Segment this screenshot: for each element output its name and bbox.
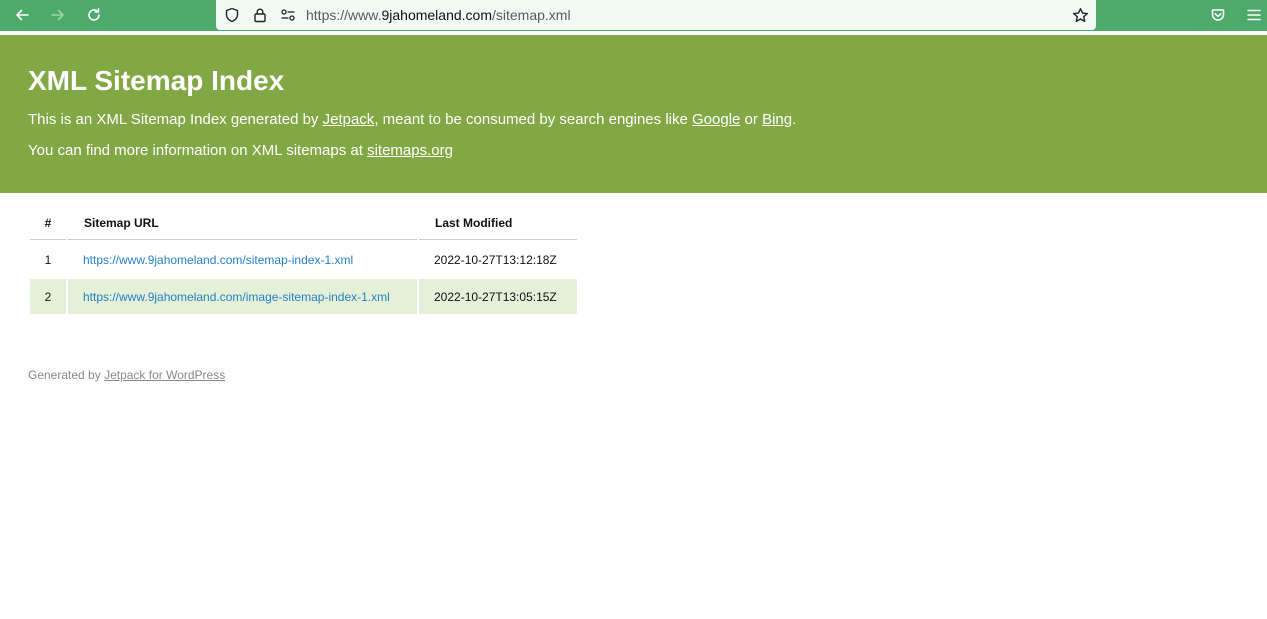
sitemap-table: # Sitemap URL Last Modified 1 https://ww… — [28, 205, 579, 316]
url-path: /sitemap.xml — [491, 7, 571, 23]
row-number: 1 — [44, 252, 52, 267]
reload-icon — [88, 8, 100, 21]
browser-toolbar: https://www.9jahomeland.com/sitemap.xml — [0, 0, 1267, 31]
row-number: 2 — [30, 279, 66, 314]
description-line-2: You can find more information on XML sit… — [28, 142, 453, 159]
site-security-button[interactable] — [250, 5, 270, 25]
page-title: XML Sitemap Index — [28, 65, 285, 96]
jetpack-link[interactable]: Jetpack — [323, 111, 375, 128]
url-bar[interactable]: https://www.9jahomeland.com/sitemap.xml — [216, 0, 1096, 30]
menu-icon — [1247, 9, 1261, 21]
reload-button[interactable] — [80, 2, 108, 28]
url-text[interactable]: https://www.9jahomeland.com/sitemap.xml — [306, 7, 571, 23]
desc-prefix: This is an XML Sitemap Index generated b… — [28, 111, 323, 128]
pocket-button[interactable] — [1204, 2, 1232, 28]
footer-prefix: Generated by — [28, 368, 105, 382]
column-header-modified: Last Modified — [419, 207, 577, 240]
url-host: 9jahomeland.com — [381, 7, 492, 23]
back-button[interactable] — [8, 2, 36, 28]
desc-middle: , meant to be consumed by search engines… — [374, 111, 692, 128]
bing-link[interactable]: Bing — [762, 111, 792, 128]
bookmark-button[interactable] — [1070, 5, 1090, 25]
forward-arrow-icon — [51, 9, 64, 21]
pocket-icon — [1211, 9, 1225, 21]
row-last-modified: 2022-10-27T13:12:18Z — [434, 252, 557, 267]
page-header: XML Sitemap Index This is an XML Sitemap… — [0, 35, 1267, 193]
table-header-row: # Sitemap URL Last Modified — [30, 207, 577, 240]
forward-button[interactable] — [44, 2, 72, 28]
star-icon — [1072, 7, 1088, 22]
column-header-number: # — [30, 207, 66, 240]
row-last-modified: 2022-10-27T13:05:15Z — [419, 279, 577, 314]
table-row: 2 https://www.9jahomeland.com/image-site… — [30, 279, 577, 314]
google-link[interactable]: Google — [692, 111, 740, 128]
shield-icon — [225, 7, 239, 23]
back-arrow-icon — [16, 9, 29, 21]
desc-suffix: . — [792, 111, 797, 128]
app-menu-button[interactable] — [1240, 2, 1267, 28]
column-header-url: Sitemap URL — [68, 207, 417, 240]
tracking-protection-button[interactable] — [222, 5, 242, 25]
permissions-button[interactable] — [278, 5, 298, 25]
sitemap-url-link[interactable]: https://www.9jahomeland.com/sitemap-inde… — [83, 253, 353, 267]
permissions-icon — [281, 9, 295, 21]
row-url-cell: https://www.9jahomeland.com/sitemap-inde… — [68, 242, 417, 277]
jetpack-wordpress-link[interactable]: Jetpack for WordPress — [104, 368, 225, 382]
description-line-1: This is an XML Sitemap Index generated b… — [28, 111, 796, 128]
lock-icon — [254, 8, 266, 23]
sitemap-url-link[interactable]: https://www.9jahomeland.com/image-sitema… — [83, 290, 390, 304]
desc-or: or — [740, 111, 763, 128]
sitemaps-org-link[interactable]: sitemaps.org — [367, 142, 453, 159]
page-footer: Generated by Jetpack for WordPress — [28, 368, 225, 382]
row-url-cell: https://www.9jahomeland.com/image-sitema… — [68, 279, 417, 314]
desc2-prefix: You can find more information on XML sit… — [28, 142, 368, 159]
url-scheme: https://www. — [306, 7, 382, 23]
table-row: 1 https://www.9jahomeland.com/sitemap-in… — [30, 242, 577, 277]
